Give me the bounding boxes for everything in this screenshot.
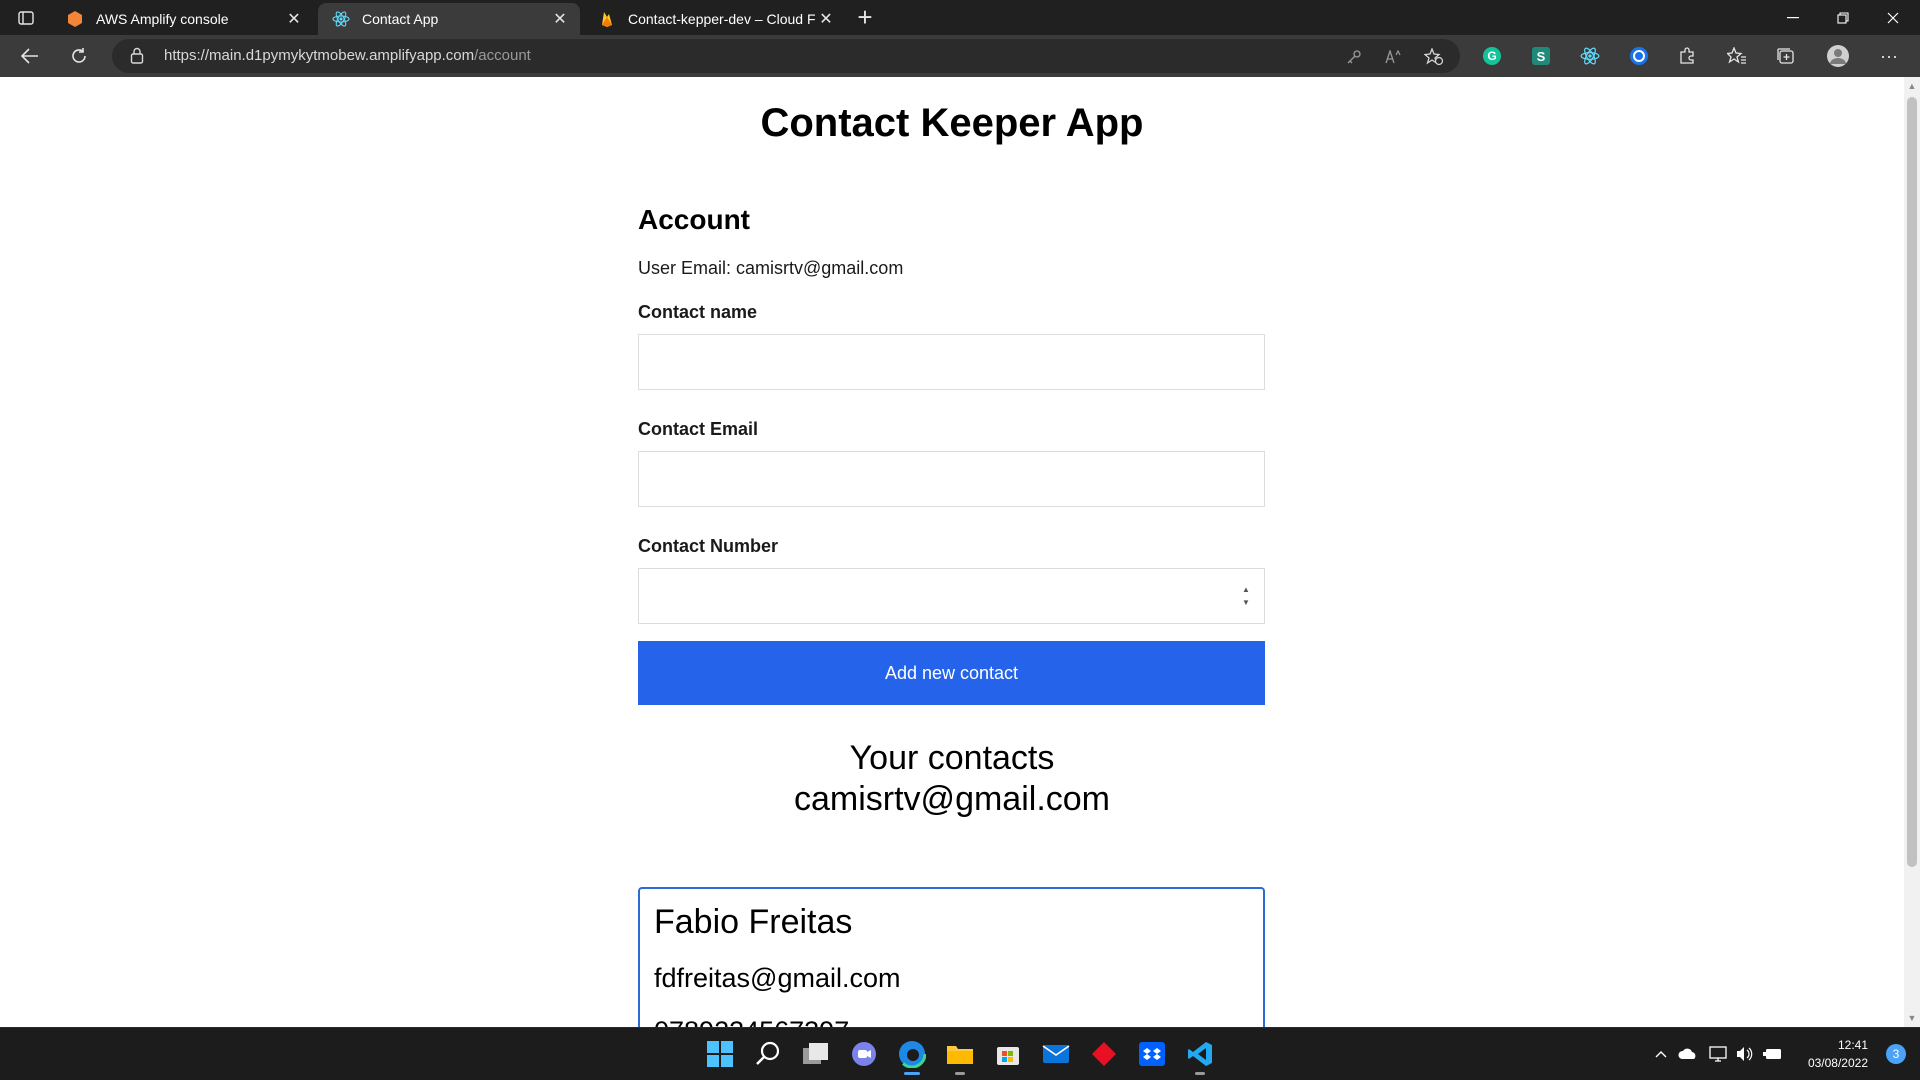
account-heading: Account [638,204,750,235]
close-tab-icon[interactable]: ✕ [550,9,570,29]
volume-icon[interactable] [1735,1044,1755,1064]
search-icon[interactable] [752,1038,784,1070]
scroll-up-icon[interactable]: ▲ [1907,81,1917,91]
onedrive-cloud-icon[interactable] [1678,1044,1698,1064]
windows-taskbar: 12:41 03/08/2022 3 [0,1027,1920,1080]
mail-icon[interactable] [1040,1038,1072,1070]
clock-time: 12:41 [1837,1038,1868,1052]
vscode-icon[interactable] [1184,1038,1216,1075]
battery-icon[interactable] [1763,1044,1783,1064]
s-extension-icon[interactable]: S [1530,45,1552,67]
close-tab-icon[interactable]: ✕ [284,9,304,29]
read-aloud-icon[interactable] [1384,47,1404,67]
aws-amplify-icon [66,10,84,28]
close-window-icon[interactable] [1868,0,1918,35]
close-tab-icon[interactable]: ✕ [816,9,836,29]
contact-email-input[interactable] [638,451,1265,507]
page-scrollbar[interactable]: ▲ ▼ [1904,77,1920,1027]
page-viewport: Contact Keeper App Account User Email: c… [0,77,1904,1027]
extensions-puzzle-icon[interactable] [1676,45,1698,67]
collections-icon[interactable] [1775,45,1797,67]
task-view-icon[interactable] [800,1038,832,1070]
browser-tab-bar: AWS Amplify console ✕ Contact App ✕ Cont… [0,0,1920,35]
minimize-icon[interactable] [1768,0,1818,35]
url-base: https://main.d1pymykytmobew.amplifyapp.c… [164,47,475,64]
contact-card-email: fdfreitas@gmail.com [654,963,901,993]
tab-aws-amplify[interactable]: AWS Amplify console ✕ [52,3,314,35]
add-contact-button[interactable]: Add new contact [638,641,1265,705]
url-bar[interactable]: https://main.d1pymykytmobew.amplifyapp.c… [112,39,1460,73]
scroll-down-icon[interactable]: ▼ [1907,1013,1917,1023]
sync-extension-icon[interactable] [1628,45,1650,67]
grammarly-icon[interactable]: G [1481,45,1503,67]
edge-browser-icon[interactable] [896,1038,928,1075]
restore-icon[interactable] [1818,0,1868,35]
microsoft-store-icon[interactable] [992,1038,1024,1070]
clock-date: 03/08/2022 [1807,1056,1868,1070]
teams-chat-icon[interactable] [848,1038,880,1070]
dropbox-icon[interactable] [1136,1038,1168,1070]
contact-name-label: Contact name [638,302,758,322]
contacts-owner-email: camisrtv@gmail.com [794,780,1110,818]
react-devtools-icon[interactable] [1579,45,1601,67]
app-title: Contact Keeper App [760,101,1144,145]
tab-firebase[interactable]: Contact-kepper-dev – Cloud Fire ✕ [584,3,846,35]
number-spinner[interactable]: ▲ ▼ [1240,585,1252,607]
system-clock[interactable]: 12:41 03/08/2022 [1808,1036,1868,1072]
lock-icon[interactable] [130,47,144,69]
tab-title: AWS Amplify console [96,11,229,27]
contact-number-label: Contact Number [638,536,779,556]
file-explorer-icon[interactable] [944,1038,976,1075]
react-icon [332,10,350,28]
address-toolbar: https://main.d1pymykytmobew.amplifyapp.c… [0,35,1920,77]
user-email-text: User Email: camisrtv@gmail.com [638,258,904,278]
notification-badge[interactable]: 3 [1886,1044,1906,1064]
tab-actions-icon[interactable] [14,8,38,28]
new-tab-button[interactable]: + [852,4,878,31]
add-favorite-icon[interactable] [1424,47,1444,67]
contact-card-number: 0789234567397 [654,1016,849,1027]
more-menu-icon[interactable]: ··· [1878,45,1900,67]
red-diamond-app-icon[interactable] [1088,1038,1120,1070]
contact-number-input[interactable]: ▲ ▼ [638,568,1265,624]
svg-text:S: S [1537,49,1546,64]
contact-name-input[interactable] [638,334,1265,390]
spinner-up-icon[interactable]: ▲ [1242,585,1250,594]
contact-card: Fabio Freitas fdfreitas@gmail.com 078923… [638,887,1265,1027]
firebase-icon [598,10,616,28]
refresh-icon[interactable] [64,42,94,70]
network-icon[interactable] [1708,1044,1728,1064]
start-windows-icon[interactable] [704,1038,736,1070]
url-text: https://main.d1pymykytmobew.amplifyapp.c… [164,47,531,64]
profile-avatar-icon[interactable] [1826,44,1850,68]
contact-card-name: Fabio Freitas [654,903,853,941]
scrollbar-thumb[interactable] [1907,97,1917,867]
contacts-heading: Your contacts [849,739,1055,777]
tab-contact-app[interactable]: Contact App ✕ [318,3,580,35]
tray-overflow-chevron-icon[interactable] [1651,1044,1671,1064]
svg-text:G: G [1487,49,1496,63]
favorites-icon[interactable] [1726,45,1748,67]
url-path: /account [474,47,531,64]
spinner-down-icon[interactable]: ▼ [1242,598,1250,607]
tab-title: Contact-kepper-dev – Cloud Fire [628,11,816,27]
contact-email-label: Contact Email [638,419,759,439]
key-icon[interactable] [1344,47,1364,67]
tab-title: Contact App [362,11,439,27]
back-arrow-icon[interactable] [15,42,45,70]
